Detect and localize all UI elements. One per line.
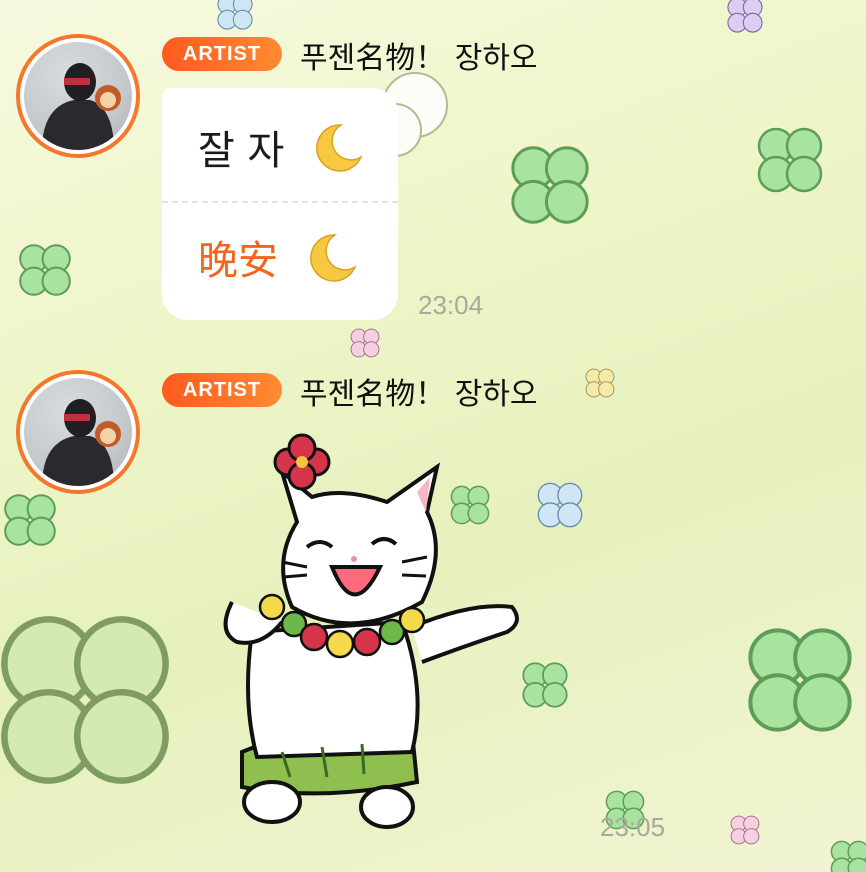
crescent-moon-icon (305, 231, 359, 295)
message-text-korean: 잘 자 (198, 128, 285, 174)
avatar-photo (24, 42, 132, 150)
message-timestamp: 23:04 (418, 290, 484, 320)
bubble-divider (162, 201, 398, 203)
artist-badge: ARTIST (162, 37, 282, 71)
message-text-chinese: 晚安 (198, 238, 278, 284)
dancing-cat-sticker[interactable] (212, 432, 532, 836)
avatar-photo (24, 378, 132, 486)
message-line-korean: 잘 자 (198, 118, 365, 185)
message-timestamp: 23:05 (600, 812, 666, 842)
artist-badge: ARTIST (162, 373, 282, 407)
sender-avatar[interactable] (16, 34, 140, 158)
message-line-chinese: 晚安 (198, 228, 359, 295)
message-bubble[interactable]: 잘 자 晚安 (162, 88, 398, 320)
sender-name[interactable]: 푸젠名物！ 장하오 (300, 33, 538, 77)
sender-name[interactable]: 푸젠名物！ 장하오 (300, 369, 538, 413)
crescent-moon-icon (311, 121, 365, 185)
sender-avatar[interactable] (16, 370, 140, 494)
